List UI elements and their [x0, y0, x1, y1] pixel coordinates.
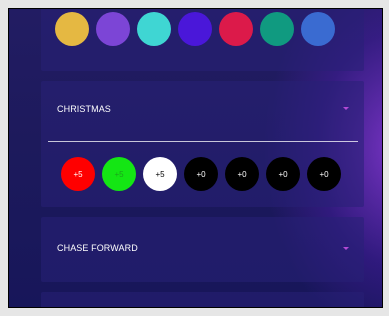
chase-forward-dropdown[interactable]: CHASE FORWARD: [41, 217, 364, 282]
step-label: +0: [278, 169, 288, 179]
color-swatch-crimson[interactable]: [219, 12, 253, 46]
step-2[interactable]: +5: [102, 157, 136, 191]
step-3[interactable]: +5: [143, 157, 177, 191]
color-swatch-yellow[interactable]: [55, 12, 89, 46]
step-label: +0: [196, 169, 206, 179]
color-swatch-blue[interactable]: [301, 12, 335, 46]
chase-forward-label: CHASE FORWARD: [57, 243, 138, 253]
chevron-down-icon: [343, 107, 349, 110]
step-label: +0: [237, 169, 247, 179]
divider: [48, 141, 358, 142]
window-frame: CHRISTMAS +5 +5 +5 +0 +0 +0 +0 CHASE FOR…: [0, 0, 389, 316]
color-swatch-violet[interactable]: [96, 12, 130, 46]
step-4[interactable]: +0: [184, 157, 218, 191]
next-effect-card[interactable]: [41, 292, 364, 307]
step-label: +5: [73, 169, 83, 179]
step-label: +5: [114, 169, 124, 179]
app-screen: CHRISTMAS +5 +5 +5 +0 +0 +0 +0 CHASE FOR…: [8, 8, 383, 308]
color-swatch-indigo[interactable]: [178, 12, 212, 46]
step-5[interactable]: +0: [225, 157, 259, 191]
color-swatch-card: [41, 9, 364, 71]
step-label: +5: [155, 169, 165, 179]
color-swatch-turquoise[interactable]: [137, 12, 171, 46]
step-label: +0: [319, 169, 329, 179]
step-7[interactable]: +0: [307, 157, 341, 191]
chevron-down-icon: [343, 247, 349, 250]
color-swatch-teal[interactable]: [260, 12, 294, 46]
step-1[interactable]: +5: [61, 157, 95, 191]
step-6[interactable]: +0: [266, 157, 300, 191]
christmas-card: CHRISTMAS +5 +5 +5 +0 +0 +0 +0: [41, 81, 364, 207]
christmas-label: CHRISTMAS: [57, 104, 111, 114]
christmas-dropdown[interactable]: CHRISTMAS: [41, 81, 364, 139]
